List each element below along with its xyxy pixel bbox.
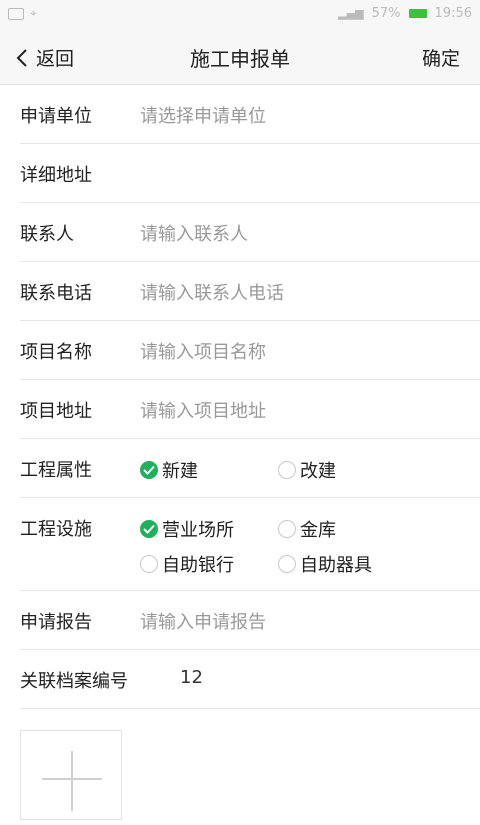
checkbox-self-service-bank-label: 自助银行 xyxy=(162,555,234,576)
confirm-button[interactable]: 确定 xyxy=(422,44,460,71)
checkbox-business-place[interactable]: 营业场所 xyxy=(140,516,234,542)
project-attr-label: 工程属性 xyxy=(20,460,92,481)
archive-row[interactable]: 关联档案编号 12 xyxy=(20,650,480,709)
project-address-input[interactable]: 请输入项目地址 xyxy=(140,397,266,423)
project-address-label: 项目地址 xyxy=(20,401,92,422)
battery-icon xyxy=(408,9,427,18)
check-circle-icon xyxy=(140,461,158,479)
checkbox-self-service-device-label: 自助器具 xyxy=(300,555,372,576)
status-bar: ⌖ ▂▄▆ 57% 19:56 xyxy=(0,0,480,28)
address-row[interactable]: 详细地址 xyxy=(20,144,480,203)
phone-input[interactable]: 请输入联系人电话 xyxy=(140,279,284,305)
project-attr-row: 工程属性 新建 改建 xyxy=(20,439,480,498)
check-circle-icon xyxy=(140,520,158,538)
navigation-bar: 返回 施工申报单 确定 xyxy=(0,28,480,85)
signal-icon: ▂▄▆ xyxy=(338,7,364,20)
checkbox-self-service-bank[interactable]: 自助银行 xyxy=(140,551,234,577)
project-name-label: 项目名称 xyxy=(20,342,92,363)
report-label: 申请报告 xyxy=(20,612,92,633)
address-label: 详细地址 xyxy=(20,165,92,186)
radio-rebuild-label: 改建 xyxy=(300,461,336,482)
clock: 19:56 xyxy=(434,6,472,21)
contact-row[interactable]: 联系人 请输入联系人 xyxy=(20,203,480,262)
battery-percent: 57% xyxy=(371,6,401,21)
project-name-input[interactable]: 请输入项目名称 xyxy=(140,338,266,364)
phone-label: 联系电话 xyxy=(20,283,92,304)
archive-number[interactable]: 12 xyxy=(180,667,203,688)
location-icon: ⌖ xyxy=(30,6,37,20)
page-title: 施工申报单 xyxy=(190,47,290,71)
checkbox-self-service-device[interactable]: 自助器具 xyxy=(278,551,372,577)
checkbox-vault-label: 金库 xyxy=(300,520,336,541)
project-address-row[interactable]: 项目地址 请输入项目地址 xyxy=(20,380,480,439)
phone-row[interactable]: 联系电话 请输入联系人电话 xyxy=(20,262,480,321)
archive-label: 关联档案编号 xyxy=(20,671,128,692)
empty-circle-icon xyxy=(278,520,296,538)
image-icon xyxy=(8,7,24,20)
radio-rebuild[interactable]: 改建 xyxy=(278,457,336,483)
project-facility-label: 工程设施 xyxy=(20,519,92,540)
contact-label: 联系人 xyxy=(20,224,74,245)
application-form: 申请单位 请选择申请单位 详细地址 联系人 请输入联系人 联系电话 请输入联系人… xyxy=(0,85,480,709)
applicant-unit-select[interactable]: 请选择申请单位 xyxy=(140,102,266,128)
add-attachment-button[interactable] xyxy=(20,730,122,820)
radio-new[interactable]: 新建 xyxy=(140,457,198,483)
empty-circle-icon xyxy=(278,461,296,479)
project-name-row[interactable]: 项目名称 请输入项目名称 xyxy=(20,321,480,380)
report-input[interactable]: 请输入申请报告 xyxy=(140,608,266,634)
report-row[interactable]: 申请报告 请输入申请报告 xyxy=(20,591,480,650)
project-facility-row: 工程设施 营业场所 金库 自助银行 自助器具 xyxy=(20,498,480,591)
empty-circle-icon xyxy=(140,555,158,573)
applicant-unit-label: 申请单位 xyxy=(20,106,92,127)
checkbox-vault[interactable]: 金库 xyxy=(278,516,336,542)
empty-circle-icon xyxy=(278,555,296,573)
plus-icon xyxy=(42,751,102,811)
radio-new-label: 新建 xyxy=(162,461,198,482)
applicant-unit-row[interactable]: 申请单位 请选择申请单位 xyxy=(20,85,480,144)
checkbox-business-place-label: 营业场所 xyxy=(162,520,234,541)
contact-input[interactable]: 请输入联系人 xyxy=(140,220,248,246)
